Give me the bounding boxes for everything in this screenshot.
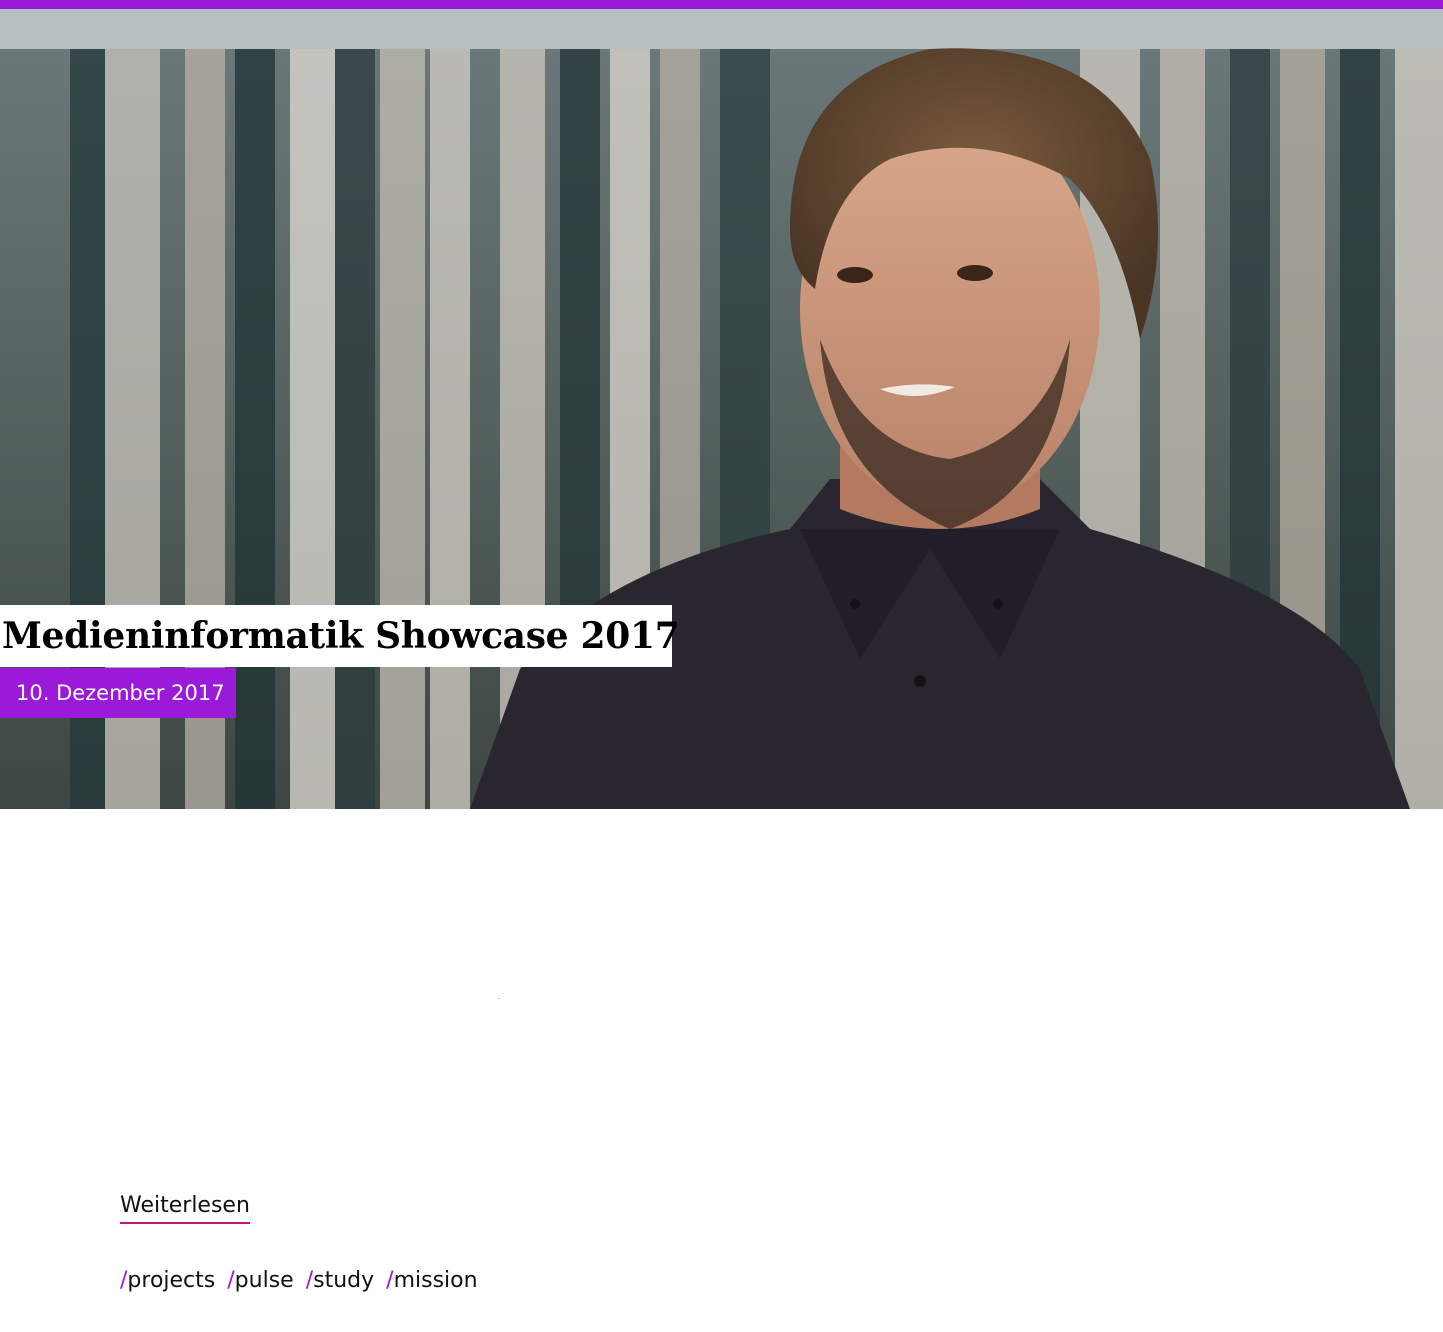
tag-projects[interactable]: /projects (120, 1264, 215, 1298)
tag-mission[interactable]: /mission (386, 1264, 477, 1298)
tag-label: mission (393, 1268, 478, 1293)
read-more-link[interactable]: Weiterlesen (120, 1190, 250, 1224)
tag-pulse[interactable]: /pulse (227, 1264, 293, 1298)
tag-study[interactable]: /study (306, 1264, 374, 1298)
tag-label: pulse (234, 1268, 294, 1293)
tag-label: study (313, 1268, 375, 1293)
tag-slash: / (305, 1268, 314, 1293)
hero-banner: Medieninformatik Showcase 2017 10. Dezem… (0, 9, 1443, 809)
tag-label: projects (127, 1268, 216, 1293)
tag-list: /projects /pulse /study /mission (120, 1264, 478, 1298)
hero-title: Medieninformatik Showcase 2017 (0, 605, 680, 667)
hero-date-badge: 10. Dezember 2017 (0, 668, 236, 718)
tag-slash: / (386, 1268, 394, 1293)
tag-slash: / (227, 1268, 235, 1293)
top-accent-bar (0, 0, 1443, 9)
divider-dot (498, 998, 500, 999)
